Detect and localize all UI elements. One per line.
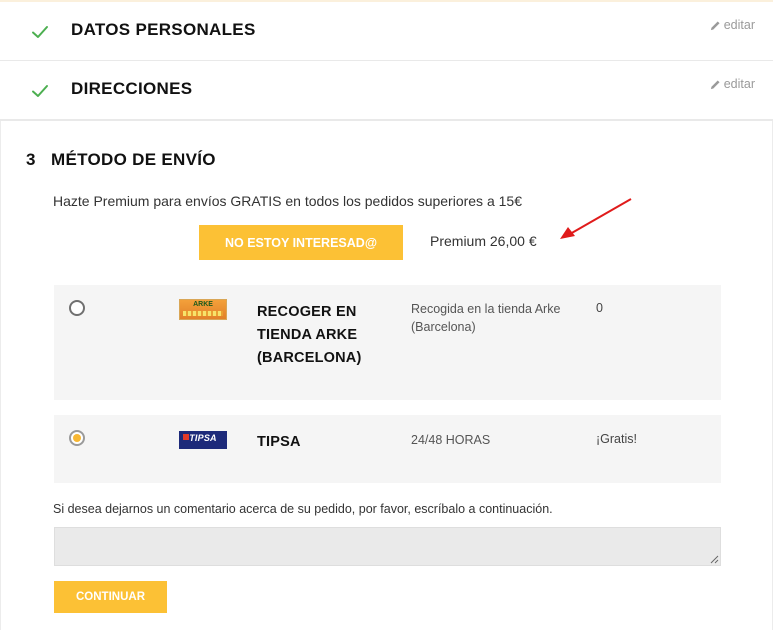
pencil-icon <box>710 20 720 30</box>
carrier-price: 0 <box>596 301 603 315</box>
edit-label: editar <box>723 18 755 32</box>
check-icon <box>32 26 48 38</box>
carrier-option-arke[interactable]: ARKE RECOGER EN TIENDA ARKE (BARCELONA) … <box>54 285 721 400</box>
carrier-delay: 24/48 HORAS <box>411 433 491 447</box>
arrow-annotation-icon <box>560 198 632 239</box>
step-title: MÉTODO DE ENVÍO <box>51 150 216 169</box>
resize-grip-icon[interactable] <box>710 555 719 564</box>
tipsa-logo: TIPSA <box>179 431 227 449</box>
check-icon <box>32 85 48 97</box>
pencil-icon <box>710 79 720 89</box>
carrier-price: ¡Gratis! <box>596 432 637 446</box>
edit-label: editar <box>723 77 755 91</box>
logo-text: TIPSA <box>189 433 217 443</box>
logo-text: ARKE <box>193 301 213 308</box>
carrier-radio-arke[interactable] <box>69 300 85 316</box>
carrier-name: RECOGER EN TIENDA ARKE (BARCELONA) <box>257 304 362 366</box>
premium-price: Premium 26,00 € <box>430 233 537 249</box>
arke-logo: ARKE <box>179 299 227 320</box>
step-personal-data: DATOS PERSONALES editar <box>0 2 773 62</box>
premium-offer-text: Hazte Premium para envíos GRATIS en todo… <box>53 193 522 209</box>
step-number: 3 <box>26 150 36 169</box>
step-addresses: DIRECCIONES editar <box>0 61 773 121</box>
step-title: DATOS PERSONALES <box>71 20 256 39</box>
edit-personal-data-link[interactable]: editar <box>710 18 755 32</box>
carrier-delay: Recogida en la tienda Arke (Barcelona) <box>411 302 561 334</box>
continue-button[interactable]: CONTINUAR <box>54 581 167 613</box>
edit-addresses-link[interactable]: editar <box>710 77 755 91</box>
step-shipping-method: 3 MÉTODO DE ENVÍO Hazte Premium para env… <box>0 121 773 630</box>
step-title: DIRECCIONES <box>71 79 193 98</box>
carrier-option-tipsa[interactable]: TIPSA TIPSA 24/48 HORAS ¡Gratis! <box>54 415 721 483</box>
decline-premium-button[interactable]: NO ESTOY INTERESAD@ <box>199 225 403 260</box>
logo-strip <box>183 311 223 316</box>
comment-label: Si desea dejarnos un comentario acerca d… <box>53 502 553 516</box>
carrier-radio-tipsa[interactable] <box>69 430 85 446</box>
carrier-name: TIPSA <box>257 434 301 450</box>
comment-textarea[interactable] <box>54 527 721 566</box>
